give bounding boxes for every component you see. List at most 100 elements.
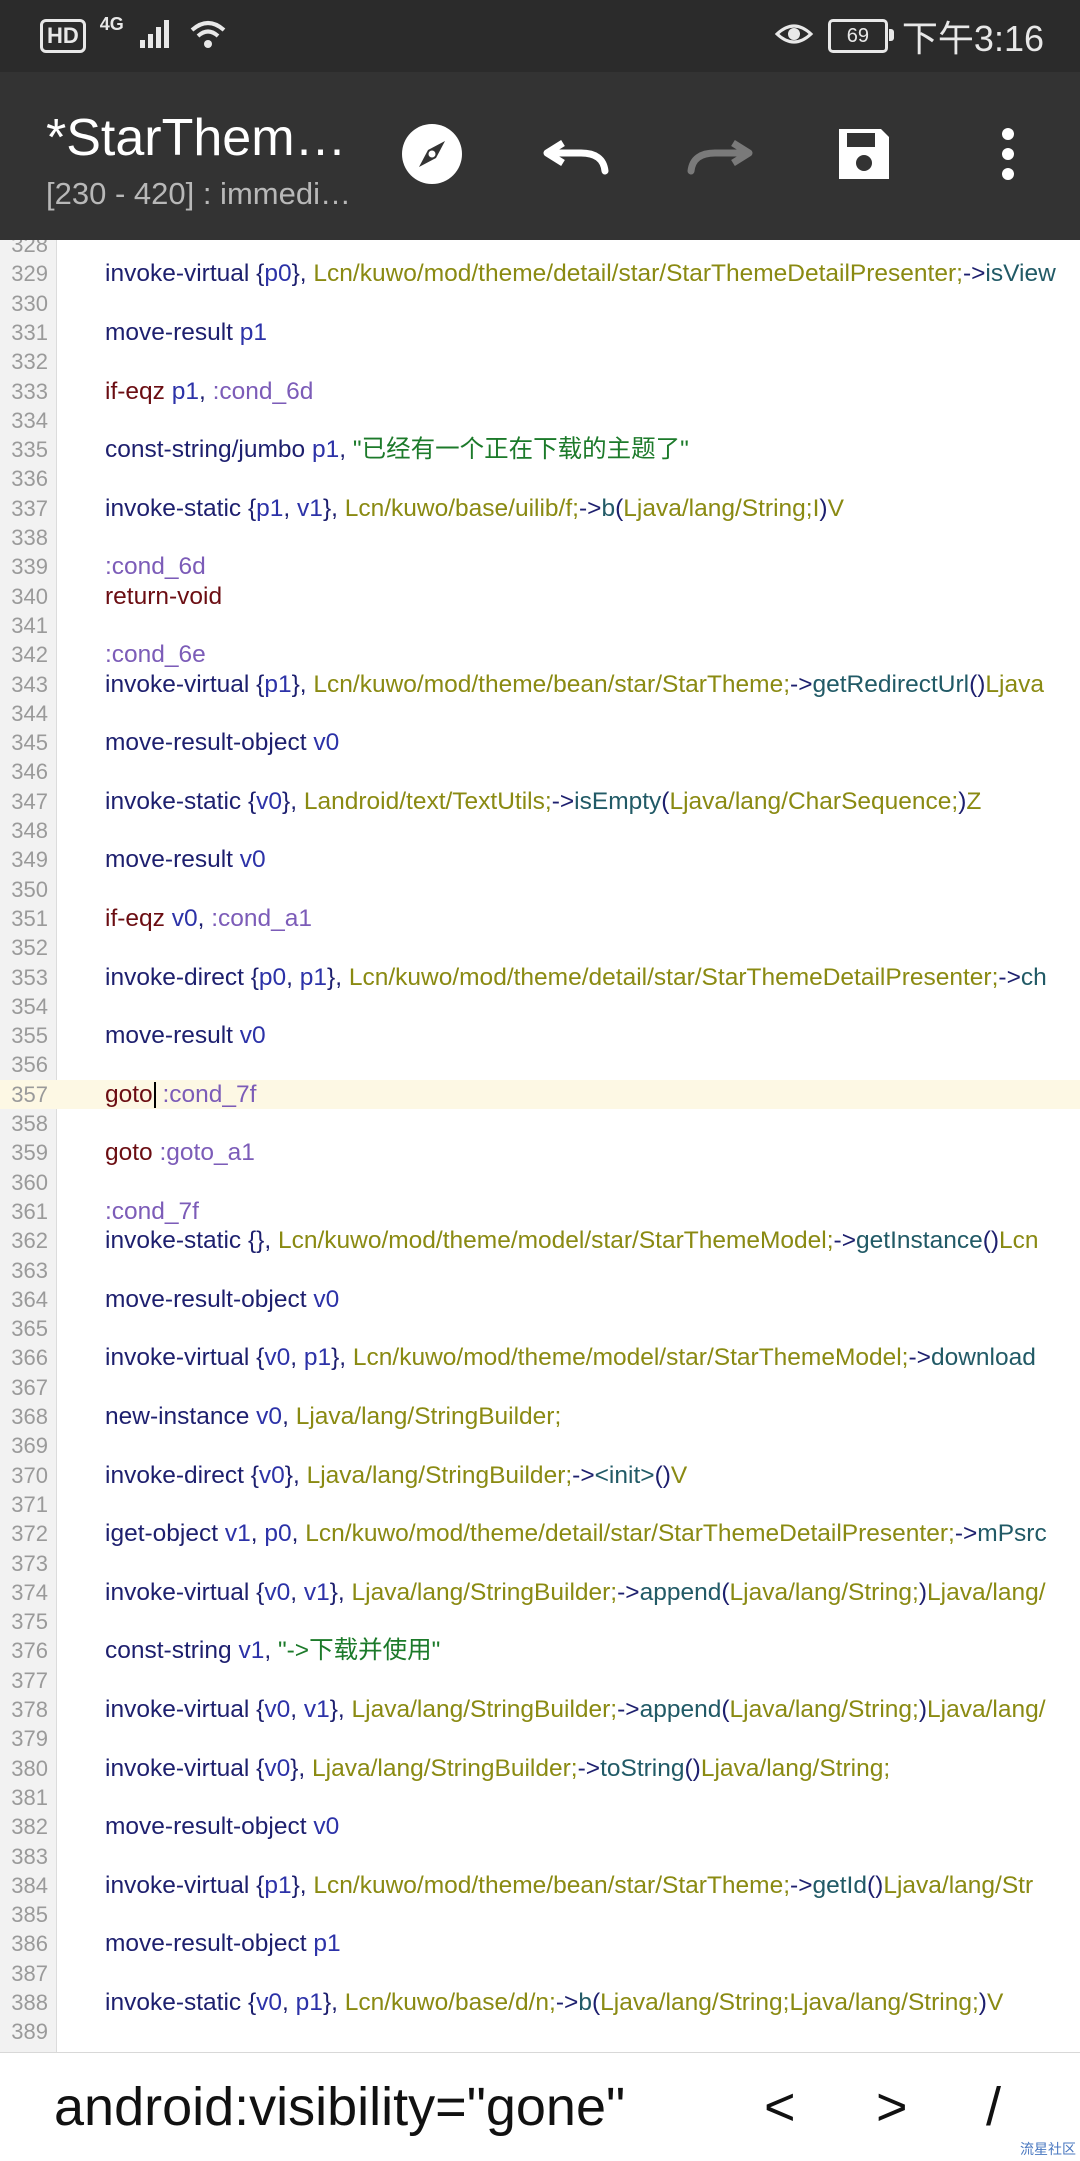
code-line[interactable]: 360 [0, 1168, 1080, 1197]
code-line[interactable]: 387 [0, 1959, 1080, 1988]
code-line[interactable]: 359 goto :goto_a1 [0, 1138, 1080, 1167]
code-line[interactable]: 330 [0, 289, 1080, 318]
line-code[interactable]: :cond_6d [105, 552, 206, 581]
code-line[interactable]: 347 invoke-static {v0}, Landroid/text/Tex… [0, 787, 1080, 816]
line-code[interactable]: const-string v1, "->下载并使用" [105, 1636, 440, 1665]
code-line[interactable]: 382 move-result-object v0 [0, 1812, 1080, 1841]
line-code[interactable]: move-result-object p1 [105, 1929, 341, 1958]
code-line[interactable]: 352 [0, 933, 1080, 962]
code-line[interactable]: 356 [0, 1050, 1080, 1079]
code-line[interactable]: 348 [0, 816, 1080, 845]
line-code[interactable]: iget-object v1, p0, Lcn/kuwo/mod/theme/d… [105, 1519, 1047, 1548]
code-line[interactable]: 345 move-result-object v0 [0, 728, 1080, 757]
code-line[interactable]: 380 invoke-virtual {v0}, Ljava/lang/Strin… [0, 1754, 1080, 1783]
line-code[interactable]: move-result-object v0 [105, 1812, 339, 1841]
code-line[interactable]: 373 [0, 1549, 1080, 1578]
code-line[interactable]: 388 invoke-static {v0, p1}, Lcn/kuwo/base… [0, 1988, 1080, 2017]
code-line[interactable]: 378 invoke-virtual {v0, v1}, Ljava/lang/S… [0, 1695, 1080, 1724]
line-code[interactable]: return-void [105, 582, 222, 611]
code-line[interactable]: 375 [0, 1607, 1080, 1636]
code-line[interactable]: 354 [0, 992, 1080, 1021]
code-line[interactable]: 372 iget-object v1, p0, Lcn/kuwo/mod/them… [0, 1519, 1080, 1548]
line-code[interactable]: move-result v0 [105, 1021, 266, 1050]
code-line[interactable]: 353 invoke-direct {p0, p1}, Lcn/kuwo/mod/… [0, 963, 1080, 992]
code-line[interactable]: 332 [0, 347, 1080, 376]
more-options-button[interactable] [968, 116, 1048, 196]
code-line[interactable]: 364 move-result-object v0 [0, 1285, 1080, 1314]
snippet-slash[interactable]: / [986, 2053, 1001, 2161]
line-code[interactable]: new-instance v0, Ljava/lang/StringBuilde… [105, 1402, 561, 1431]
line-code[interactable]: move-result v0 [105, 845, 266, 874]
code-line[interactable]: 346 [0, 757, 1080, 786]
code-line[interactable]: 349 move-result v0 [0, 845, 1080, 874]
code-line[interactable]: 369 [0, 1431, 1080, 1460]
code-line[interactable]: 362 invoke-static {}, Lcn/kuwo/mod/theme/… [0, 1226, 1080, 1255]
code-line[interactable]: 358 [0, 1109, 1080, 1138]
line-code[interactable]: move-result p1 [105, 318, 267, 347]
line-code[interactable]: invoke-static {v0, p1}, Lcn/kuwo/base/d/… [105, 1988, 1003, 2017]
line-code[interactable]: invoke-virtual {v0, v1}, Ljava/lang/Stri… [105, 1695, 1046, 1724]
line-code[interactable]: invoke-direct {v0}, Ljava/lang/StringBui… [105, 1461, 687, 1490]
line-code[interactable]: invoke-static {v0}, Landroid/text/TextUt… [105, 787, 981, 816]
compass-button[interactable] [392, 116, 472, 196]
code-line[interactable]: 341 [0, 611, 1080, 640]
code-line[interactable]: 384 invoke-virtual {p1}, Lcn/kuwo/mod/the… [0, 1871, 1080, 1900]
line-code[interactable]: if-eqz v0, :cond_a1 [105, 904, 312, 933]
code-line[interactable]: 379 [0, 1724, 1080, 1753]
code-line[interactable]: 370 invoke-direct {v0}, Ljava/lang/String… [0, 1461, 1080, 1490]
line-code[interactable]: invoke-static {}, Lcn/kuwo/mod/theme/mod… [105, 1226, 1039, 1255]
snippet-visibility-gone[interactable]: android:visibility="gone" [54, 2053, 625, 2161]
line-code[interactable]: if-eqz p1, :cond_6d [105, 377, 313, 406]
code-line[interactable]: 371 [0, 1490, 1080, 1519]
code-line[interactable]: 338 [0, 523, 1080, 552]
line-code[interactable]: invoke-virtual {v0, v1}, Ljava/lang/Stri… [105, 1578, 1046, 1607]
code-line[interactable]: 344 [0, 699, 1080, 728]
code-editor[interactable]: 328 329 invoke-virtual {p0}, Lcn/kuwo/mod/… [0, 240, 1080, 2052]
code-line[interactable]: 389 [0, 2017, 1080, 2046]
snippet-less-than[interactable]: < [764, 2053, 796, 2161]
undo-button[interactable] [536, 116, 616, 196]
redo-button[interactable] [680, 116, 760, 196]
line-code[interactable]: goto :cond_7f [105, 1080, 257, 1109]
code-line[interactable]: 343 invoke-virtual {p1}, Lcn/kuwo/mod/the… [0, 670, 1080, 699]
line-code[interactable]: :cond_6e [105, 640, 206, 669]
line-code[interactable]: invoke-virtual {v0}, Ljava/lang/StringBu… [105, 1754, 890, 1783]
code-line[interactable]: 363 [0, 1256, 1080, 1285]
code-line[interactable]: 329 invoke-virtual {p0}, Lcn/kuwo/mod/the… [0, 259, 1080, 288]
code-line[interactable]: 376 const-string v1, "->下载并使用" [0, 1636, 1080, 1665]
code-line[interactable]: 357 goto :cond_7f [0, 1079, 1080, 1109]
code-line[interactable]: 336 [0, 464, 1080, 493]
code-line[interactable]: 342:cond_6e [0, 640, 1080, 669]
code-line[interactable]: 328 [0, 240, 1080, 259]
line-code[interactable]: invoke-virtual {v0, p1}, Lcn/kuwo/mod/th… [105, 1343, 1036, 1372]
code-line[interactable]: 365 [0, 1314, 1080, 1343]
code-line[interactable]: 367 [0, 1373, 1080, 1402]
code-line[interactable]: 368 new-instance v0, Ljava/lang/StringBui… [0, 1402, 1080, 1431]
code-line[interactable]: 355 move-result v0 [0, 1021, 1080, 1050]
line-code[interactable]: invoke-virtual {p0}, Lcn/kuwo/mod/theme/… [105, 259, 1056, 288]
save-button[interactable] [824, 116, 904, 196]
code-line[interactable]: 377 [0, 1666, 1080, 1695]
line-code[interactable]: invoke-virtual {p1}, Lcn/kuwo/mod/theme/… [105, 1871, 1033, 1900]
code-line[interactable]: 334 [0, 406, 1080, 435]
code-line[interactable]: 361:cond_7f [0, 1197, 1080, 1226]
code-line[interactable]: 339:cond_6d [0, 552, 1080, 581]
snippet-greater-than[interactable]: > [876, 2053, 908, 2161]
line-code[interactable]: invoke-direct {p0, p1}, Lcn/kuwo/mod/the… [105, 963, 1047, 992]
code-line[interactable]: 333 if-eqz p1, :cond_6d [0, 377, 1080, 406]
line-code[interactable]: invoke-virtual {p1}, Lcn/kuwo/mod/theme/… [105, 670, 1044, 699]
code-line[interactable]: 381 [0, 1783, 1080, 1812]
line-code[interactable]: move-result-object v0 [105, 728, 339, 757]
code-line[interactable]: 340 return-void [0, 582, 1080, 611]
code-line[interactable]: 337 invoke-static {p1, v1}, Lcn/kuwo/base… [0, 494, 1080, 523]
line-code[interactable]: goto :goto_a1 [105, 1138, 255, 1167]
code-line[interactable]: 350 [0, 875, 1080, 904]
code-line[interactable]: 366 invoke-virtual {v0, p1}, Lcn/kuwo/mod… [0, 1343, 1080, 1372]
code-line[interactable]: 383 [0, 1842, 1080, 1871]
code-line[interactable]: 374 invoke-virtual {v0, v1}, Ljava/lang/S… [0, 1578, 1080, 1607]
line-code[interactable]: invoke-static {p1, v1}, Lcn/kuwo/base/ui… [105, 494, 844, 523]
code-line[interactable]: 351 if-eqz v0, :cond_a1 [0, 904, 1080, 933]
code-line[interactable]: 385 [0, 1900, 1080, 1929]
code-line[interactable]: 335 const-string/jumbo p1, "已经有一个正在下载的主题了… [0, 435, 1080, 464]
line-code[interactable]: const-string/jumbo p1, "已经有一个正在下载的主题了" [105, 435, 689, 464]
